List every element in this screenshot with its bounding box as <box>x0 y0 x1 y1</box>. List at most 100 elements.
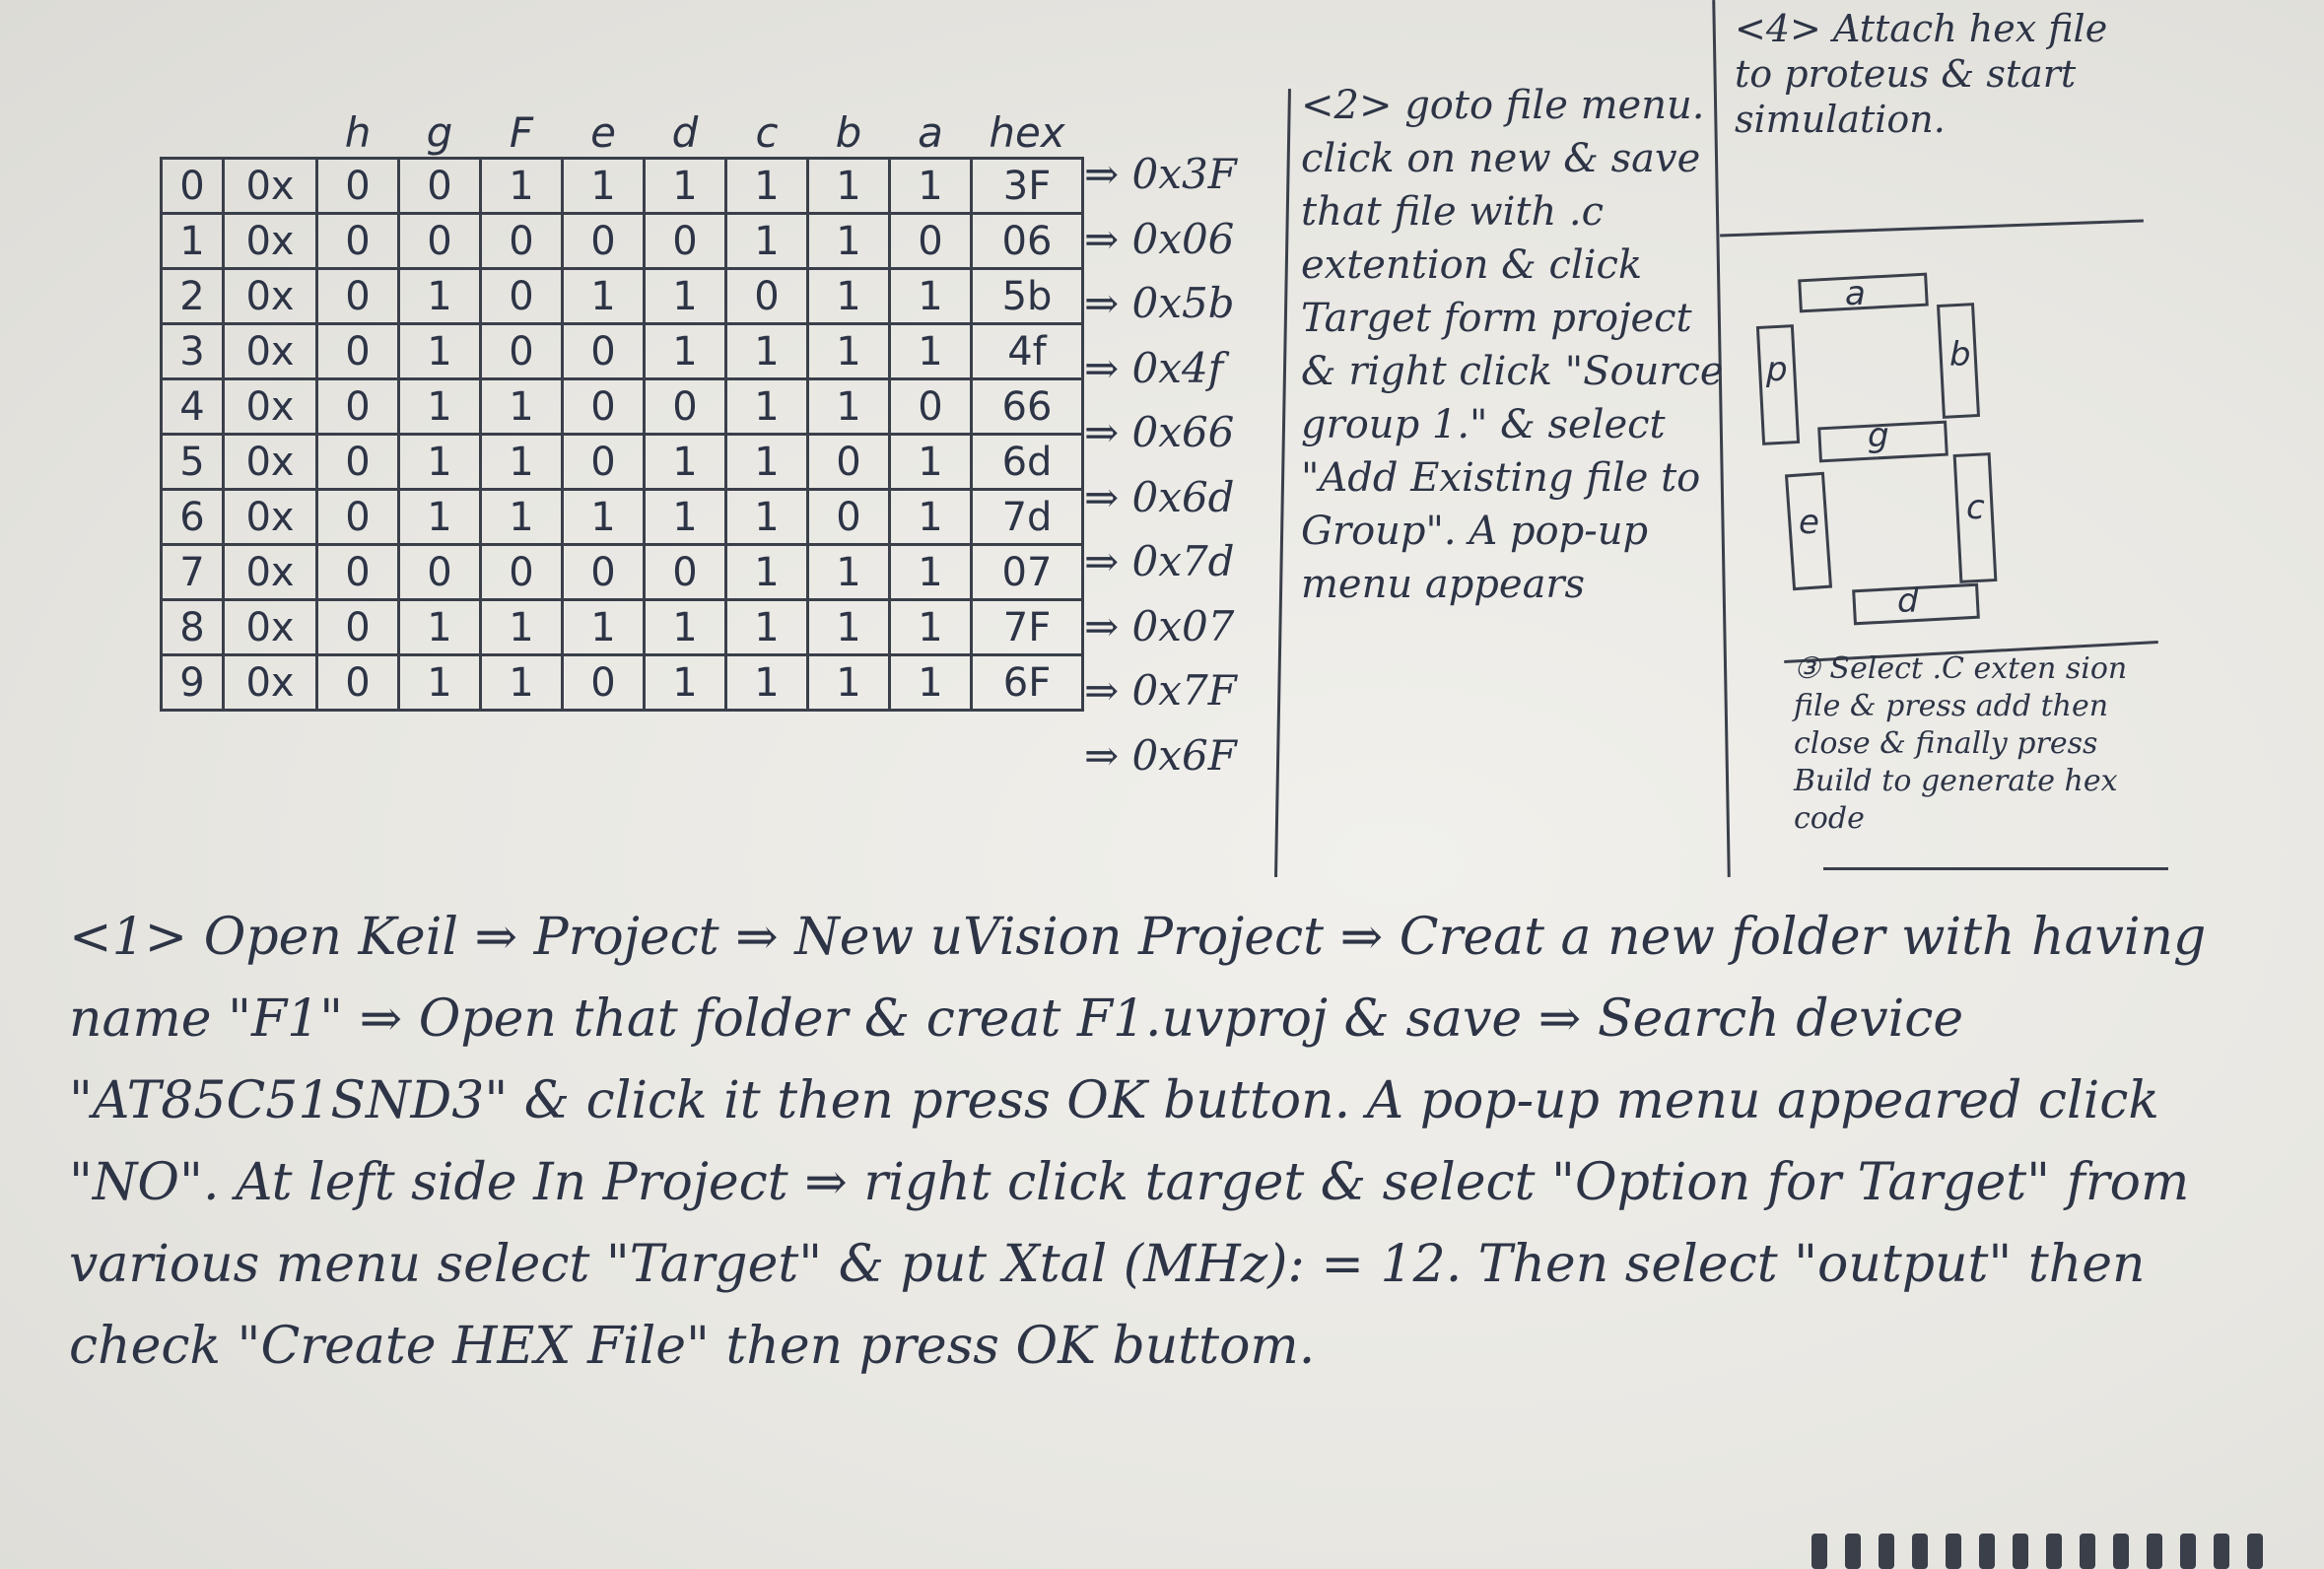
bit-cell: 1 <box>479 433 564 491</box>
bit-cell: 1 <box>724 377 809 436</box>
bit-cell: 1 <box>643 157 727 215</box>
bit-cell: 0 <box>315 157 400 215</box>
bit-cell: 0 <box>315 543 400 601</box>
bit-cell: 1 <box>397 267 482 325</box>
prefix-cell: 0x <box>222 653 318 712</box>
bit-cell: 1 <box>724 653 809 712</box>
digit-cell: 9 <box>160 653 225 712</box>
bit-cell: 0 <box>315 598 400 656</box>
digit-cell: 2 <box>160 267 225 325</box>
hex-cell: 7F <box>970 598 1084 656</box>
hex-result: ⇒ 0x5b <box>1084 279 1235 327</box>
bit-cell: 0 <box>724 267 809 325</box>
header-h: h <box>344 108 372 157</box>
bit-cell: 1 <box>724 543 809 601</box>
prefix-cell: 0x <box>222 322 318 380</box>
bit-cell: 1 <box>397 598 482 656</box>
table-row: 9 0x 0 1 1 0 1 1 1 1 6F <box>160 653 1084 712</box>
bit-cell: 1 <box>888 653 973 712</box>
bit-cell: 0 <box>643 543 727 601</box>
digit-cell: 5 <box>160 433 225 491</box>
header-e: e <box>590 108 616 157</box>
segment-f-label: p <box>1766 350 1788 389</box>
bit-cell: 1 <box>806 653 891 712</box>
hex-result: ⇒ 0x4f <box>1084 343 1224 392</box>
bit-cell: 1 <box>643 488 727 546</box>
bit-cell: 0 <box>888 212 973 270</box>
prefix-cell: 0x <box>222 543 318 601</box>
bit-cell: 1 <box>724 212 809 270</box>
digit-cell: 1 <box>160 212 225 270</box>
bit-cell: 1 <box>643 598 727 656</box>
bit-cell: 0 <box>643 212 727 270</box>
hex-cell: 66 <box>970 377 1084 436</box>
bit-cell: 1 <box>724 322 809 380</box>
step-4-text: <4> Attach hex file to proteus & start s… <box>1735 7 2108 141</box>
prefix-cell: 0x <box>222 157 318 215</box>
bit-cell: 1 <box>397 653 482 712</box>
hex-cell: 4f <box>970 322 1084 380</box>
bit-cell: 1 <box>724 157 809 215</box>
hex-result: ⇒ 0x6d <box>1084 472 1235 521</box>
table-row: 7 0x 0 0 0 0 0 1 1 1 07 <box>160 543 1084 601</box>
hex-cell: 5b <box>970 267 1084 325</box>
bit-cell: 1 <box>888 488 973 546</box>
bit-cell: 1 <box>724 488 809 546</box>
bit-cell: 1 <box>806 157 891 215</box>
bit-cell: 0 <box>888 377 973 436</box>
header-a: a <box>918 108 943 157</box>
prefix-cell: 0x <box>222 488 318 546</box>
bit-cell: 1 <box>397 488 482 546</box>
bit-cell: 1 <box>806 377 891 436</box>
bit-cell: 1 <box>724 433 809 491</box>
hex-result: ⇒ 0x66 <box>1084 408 1235 456</box>
bit-cell: 1 <box>643 322 727 380</box>
bit-cell: 0 <box>479 267 564 325</box>
bit-cell: 1 <box>561 267 646 325</box>
segment-g-label: g <box>1868 416 1889 455</box>
hex-result: ⇒ 0x07 <box>1084 601 1235 650</box>
table-row: 5 0x 0 1 1 0 1 1 0 1 6d <box>160 433 1084 491</box>
bit-cell: 1 <box>561 157 646 215</box>
bit-cell: 0 <box>397 543 482 601</box>
prefix-cell: 0x <box>222 212 318 270</box>
hex-cell: 7d <box>970 488 1084 546</box>
hex-result: ⇒ 0x7d <box>1084 537 1235 585</box>
bit-cell: 0 <box>561 543 646 601</box>
bit-cell: 0 <box>315 488 400 546</box>
digit-cell: 8 <box>160 598 225 656</box>
digit-cell: 0 <box>160 157 225 215</box>
prefix-cell: 0x <box>222 377 318 436</box>
bit-cell: 0 <box>397 212 482 270</box>
bit-cell: 1 <box>479 653 564 712</box>
header-f: F <box>509 108 534 157</box>
bit-cell: 1 <box>806 322 891 380</box>
digit-cell: 6 <box>160 488 225 546</box>
header-b: b <box>835 108 862 157</box>
table-row: 8 0x 0 1 1 1 1 1 1 1 7F <box>160 598 1084 656</box>
bit-cell: 1 <box>806 543 891 601</box>
bit-cell: 1 <box>888 322 973 380</box>
bit-cell: 1 <box>724 598 809 656</box>
seven-segment-truth-table: h g F e d c b a hex 0 0x 0 0 1 1 1 1 1 1 3F 1 0x 0 0 0 0… <box>160 108 1084 712</box>
bit-cell: 1 <box>397 377 482 436</box>
hex-cell: 06 <box>970 212 1084 270</box>
step-2-text: <2> goto file menu. click on new & save … <box>1301 83 1724 607</box>
bit-cell: 0 <box>315 433 400 491</box>
bit-cell: 1 <box>888 543 973 601</box>
table-row: 4 0x 0 1 1 0 0 1 1 0 66 <box>160 377 1084 436</box>
bit-cell: 1 <box>643 267 727 325</box>
step-1-text: <1> Open Keil ⇒ Project ⇒ New uVision Pr… <box>69 908 2207 1376</box>
notebook-spiral-binding <box>1811 1534 2324 1569</box>
bit-cell: 1 <box>643 433 727 491</box>
bit-cell: 1 <box>561 488 646 546</box>
bit-cell: 1 <box>888 267 973 325</box>
hex-cell: 6F <box>970 653 1084 712</box>
bit-cell: 0 <box>315 653 400 712</box>
digit-cell: 3 <box>160 322 225 380</box>
table-row: 0 0x 0 0 1 1 1 1 1 1 3F <box>160 157 1084 215</box>
bit-cell: 0 <box>806 488 891 546</box>
bit-cell: 0 <box>479 322 564 380</box>
hex-cell: 6d <box>970 433 1084 491</box>
bit-cell: 1 <box>806 212 891 270</box>
